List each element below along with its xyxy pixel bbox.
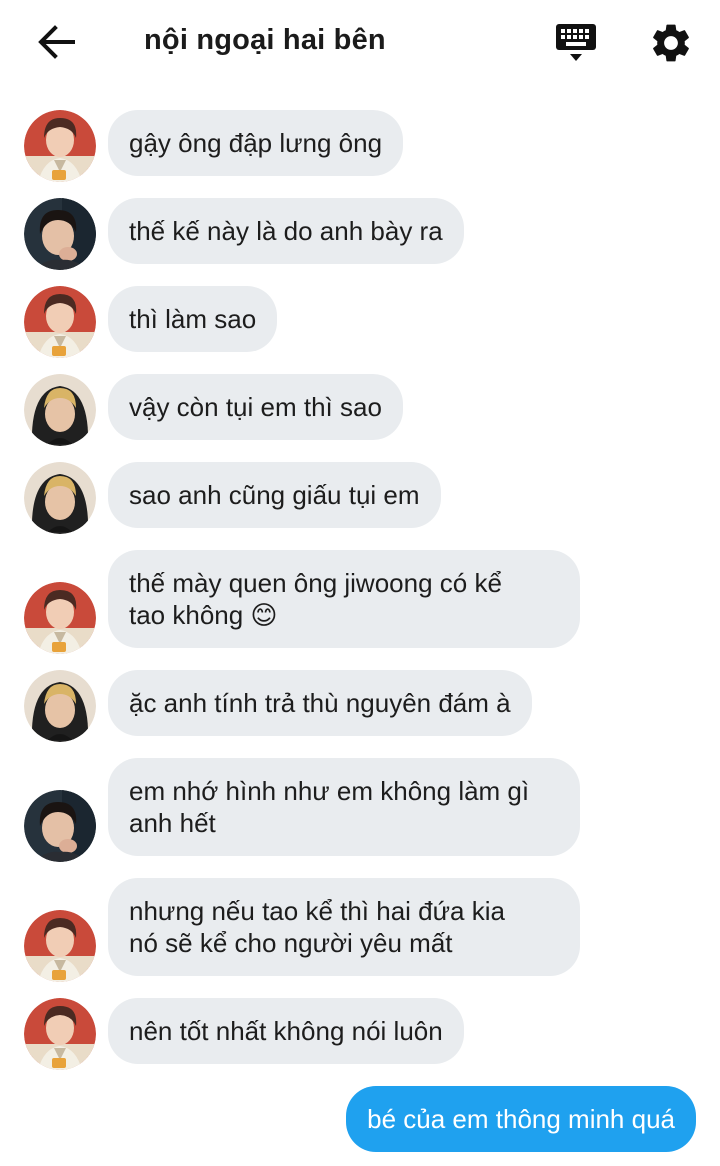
gear-icon <box>653 24 689 62</box>
message-line: nhưng nếu tao kể thì hai đứa kia <box>129 896 505 926</box>
avatar[interactable] <box>24 374 96 446</box>
chat-title: nội ngoại hai bên <box>144 24 386 56</box>
arrow-left-icon <box>38 25 75 59</box>
message-bubble[interactable]: vậy còn tụi em thì sao <box>108 374 403 440</box>
chat-header: nội ngoại hai bên <box>0 0 720 86</box>
message-bubble[interactable]: ặc anh tính trả thù nguyên đám à <box>108 670 532 736</box>
avatar[interactable] <box>24 286 96 358</box>
message-bubble[interactable]: thì làm sao <box>108 286 278 352</box>
avatar[interactable] <box>24 462 96 534</box>
message-line: tao không 😊 <box>129 600 278 630</box>
message-bubble[interactable]: thế mày quen ông jiwoong có kể tao không… <box>108 550 580 648</box>
avatar[interactable] <box>24 582 96 654</box>
avatar[interactable] <box>24 998 96 1070</box>
avatar[interactable] <box>24 110 96 182</box>
message-bubble[interactable]: em nhớ hình như em không làm gì anh hết <box>108 758 580 856</box>
message-bubble[interactable]: nên tốt nhất không nói luôn <box>108 998 464 1064</box>
message-bubble[interactable]: nhưng nếu tao kể thì hai đứa kia nó sẽ k… <box>108 878 580 976</box>
avatar[interactable] <box>24 670 96 742</box>
keyboard-button[interactable] <box>554 20 600 66</box>
message-bubble[interactable]: thế kế này là do anh bày ra <box>108 198 464 264</box>
message-line: thế mày quen ông jiwoong có kể <box>129 568 502 598</box>
avatar[interactable] <box>24 198 96 270</box>
message-line: anh hết <box>129 808 216 838</box>
message-bubble[interactable]: gậy ông đập lưng ông <box>108 110 404 176</box>
message-line: nó sẽ kể cho người yêu mất <box>129 928 453 958</box>
settings-button[interactable] <box>648 20 696 66</box>
back-button[interactable] <box>34 22 78 62</box>
avatar[interactable] <box>24 790 96 862</box>
message-line: em nhớ hình như em không làm gì <box>129 776 530 806</box>
keyboard-icon <box>556 24 596 61</box>
outgoing-message-bubble[interactable]: bé của em thông minh quá <box>346 1086 696 1152</box>
message-bubble[interactable]: sao anh cũng giấu tụi em <box>108 462 441 528</box>
avatar[interactable] <box>24 910 96 982</box>
